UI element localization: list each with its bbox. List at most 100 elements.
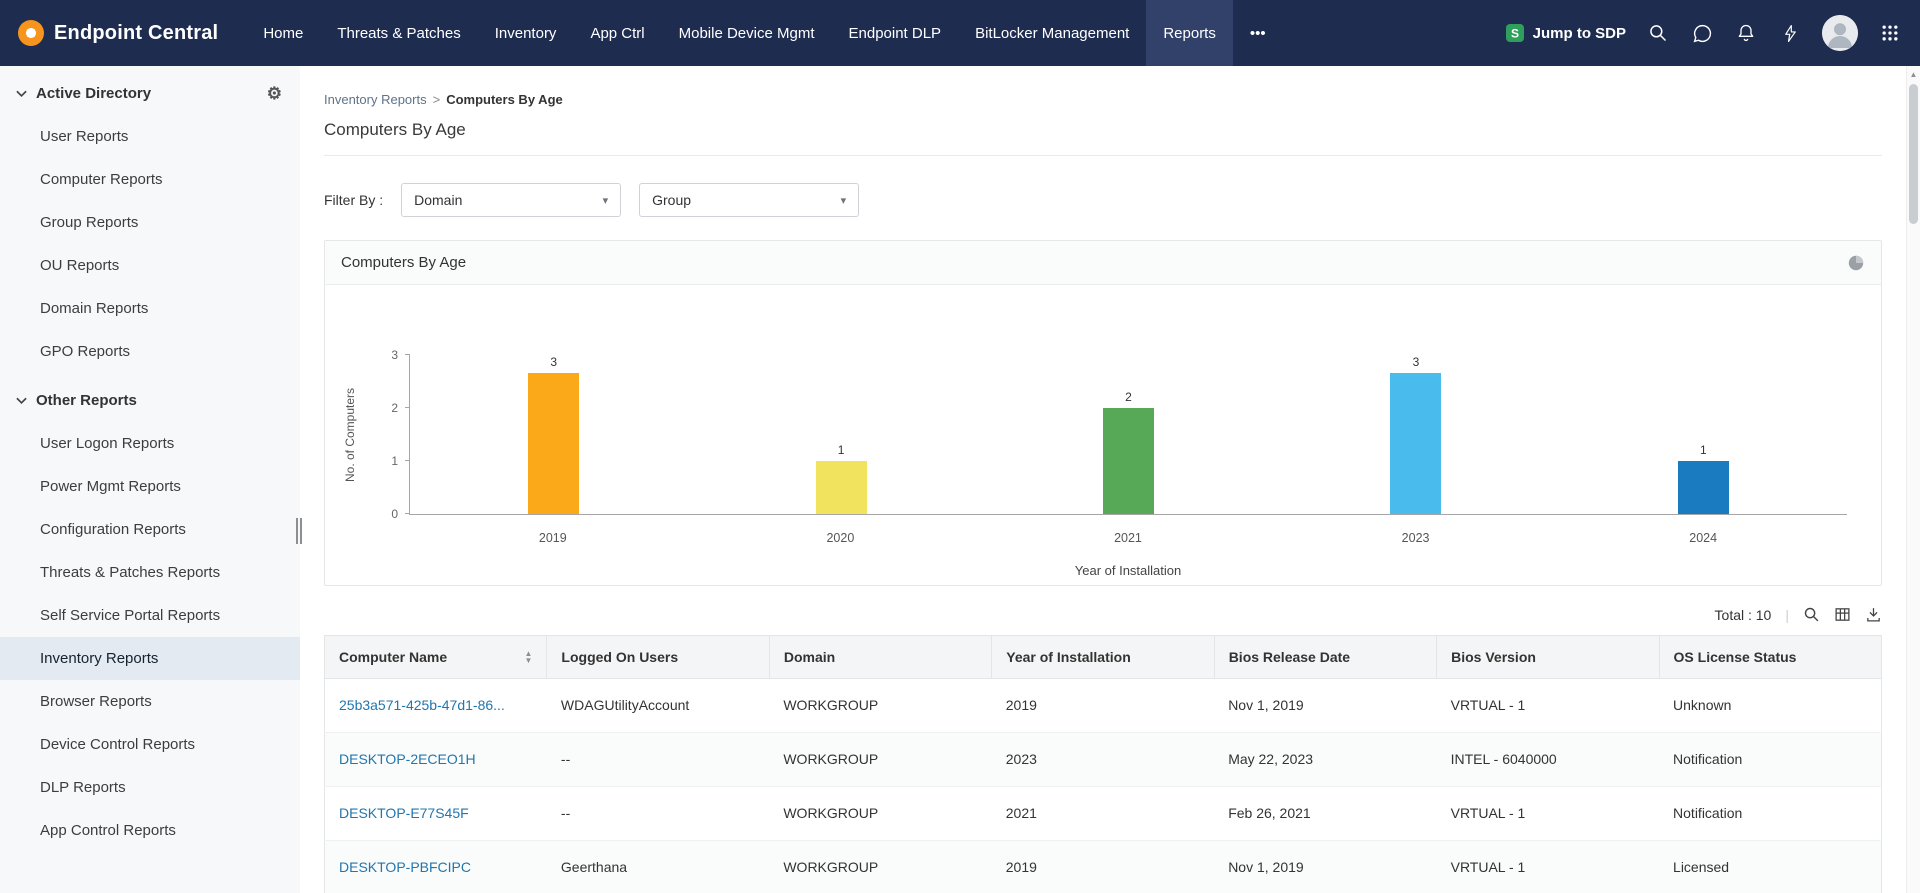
x-tick-label: 2023 (1272, 531, 1560, 545)
column-header-label: Logged On Users (561, 647, 678, 667)
scrollbar-thumb[interactable] (1909, 84, 1918, 224)
sidebar-item-self-service-portal-reports[interactable]: Self Service Portal Reports (0, 594, 300, 637)
chevron-down-icon (16, 397, 27, 405)
sidebar-item-threats-patches-reports[interactable]: Threats & Patches Reports (0, 551, 300, 594)
app-logo[interactable]: Endpoint Central (18, 20, 218, 46)
sidebar-resize-handle[interactable] (296, 518, 304, 544)
table-cell: 2021 (992, 787, 1214, 841)
nav-item-reports[interactable]: Reports (1146, 0, 1233, 66)
nav-item-inventory[interactable]: Inventory (478, 0, 574, 66)
export-icon[interactable] (1865, 606, 1882, 623)
column-header-computer-name[interactable]: Computer Name▲▼ (325, 636, 547, 679)
search-icon[interactable] (1646, 21, 1670, 45)
computer-name-link[interactable]: 25b3a571-425b-47d1-86... (339, 695, 533, 716)
table-cell: 2019 (992, 841, 1214, 893)
table-cell: VRTUAL - 1 (1437, 679, 1659, 733)
vertical-scrollbar[interactable]: ▲ (1906, 66, 1920, 893)
sort-arrows-icon[interactable]: ▲▼ (525, 650, 533, 664)
domain-filter-dropdown[interactable]: Domain ▾ (401, 183, 621, 217)
column-header-logged-on-users[interactable]: Logged On Users (547, 636, 769, 679)
chart-type-pie-icon[interactable] (1847, 254, 1865, 272)
sidebar-item-dlp-reports[interactable]: DLP Reports (0, 766, 300, 809)
domain-filter-value: Domain (414, 192, 462, 208)
computer-name-link[interactable]: DESKTOP-E77S45F (339, 803, 533, 824)
x-tick-label: 2020 (697, 531, 985, 545)
bell-icon[interactable] (1734, 21, 1758, 45)
nav-item-threats-patches[interactable]: Threats & Patches (320, 0, 477, 66)
bar-slot: 3 (410, 355, 697, 514)
jump-to-sdp-button[interactable]: S Jump to SDP (1505, 23, 1626, 43)
table-header-row: Computer Name▲▼ Logged On Users Domain Year… (325, 636, 1882, 679)
sidebar-section-other-reports[interactable]: Other Reports (0, 373, 300, 422)
y-tick-label: 0 (376, 508, 398, 520)
breadcrumb-parent-link[interactable]: Inventory Reports (324, 92, 427, 107)
x-tick-label: 2019 (409, 531, 697, 545)
bar-slot: 1 (1560, 355, 1847, 514)
sidebar-item-ou-reports[interactable]: OU Reports (0, 244, 300, 287)
breadcrumb: Inventory Reports > Computers By Age (324, 92, 1882, 107)
nav-item-app-ctrl[interactable]: App Ctrl (573, 0, 661, 66)
nav-item-bitlocker-management[interactable]: BitLocker Management (958, 0, 1146, 66)
chart-panel-body: No. of Computers 012331231 2019202020212… (325, 285, 1881, 585)
nav-item-endpoint-dlp[interactable]: Endpoint DLP (832, 0, 959, 66)
svg-text:S: S (1511, 27, 1519, 41)
community-icon[interactable] (1690, 21, 1714, 45)
chart-panel-header: Computers By Age (325, 241, 1881, 285)
sidebar-item-group-reports[interactable]: Group Reports (0, 201, 300, 244)
sdp-icon: S (1505, 23, 1525, 43)
table-cell: -- (547, 787, 769, 841)
sidebar-item-inventory-reports[interactable]: Inventory Reports (0, 637, 300, 680)
sidebar-item-device-control-reports[interactable]: Device Control Reports (0, 723, 300, 766)
column-header-label: Domain (784, 647, 835, 667)
sidebar-item-user-reports[interactable]: User Reports (0, 115, 300, 158)
table-cell: Unknown (1659, 679, 1881, 733)
bar-2024[interactable] (1678, 461, 1729, 514)
chart-panel: Computers By Age No. of Computers 012331… (324, 240, 1882, 586)
sidebar-item-browser-reports[interactable]: Browser Reports (0, 680, 300, 723)
column-header-label: Bios Release Date (1229, 647, 1350, 667)
apps-grid-icon[interactable] (1878, 21, 1902, 45)
table-search-icon[interactable] (1803, 606, 1820, 623)
endpoint-central-logo-icon (18, 20, 44, 46)
table-cell: DESKTOP-2ECEO1H (325, 733, 547, 787)
table-toolbar: Total : 10 | (324, 606, 1882, 623)
table-cell: DESKTOP-PBFCIPC (325, 841, 547, 893)
nav-item-more[interactable]: ••• (1233, 0, 1283, 66)
quick-actions-icon[interactable] (1778, 21, 1802, 45)
computer-name-link[interactable]: DESKTOP-PBFCIPC (339, 857, 533, 878)
scroll-up-arrow-icon[interactable]: ▲ (1907, 70, 1920, 79)
column-header-bios-version[interactable]: Bios Version (1437, 636, 1659, 679)
column-header-os-license-status[interactable]: OS License Status (1659, 636, 1881, 679)
group-filter-dropdown[interactable]: Group ▾ (639, 183, 859, 217)
nav-item-mobile-device-mgmt[interactable]: Mobile Device Mgmt (662, 0, 832, 66)
table-cell: 2023 (992, 733, 1214, 787)
main-nav: HomeThreats & PatchesInventoryApp CtrlMo… (246, 0, 1282, 66)
bar-2023[interactable] (1390, 373, 1441, 514)
user-avatar[interactable] (1822, 15, 1858, 51)
total-count: Total : 10 (1715, 607, 1772, 623)
nav-item-home[interactable]: Home (246, 0, 320, 66)
group-filter-value: Group (652, 192, 691, 208)
column-chooser-icon[interactable] (1834, 606, 1851, 623)
column-header-bios-release-date[interactable]: Bios Release Date (1214, 636, 1436, 679)
column-header-domain[interactable]: Domain (769, 636, 991, 679)
sidebar-section-active-directory[interactable]: Active Directory⚙ (0, 66, 300, 115)
table-cell: WORKGROUP (769, 787, 991, 841)
table-cell: WORKGROUP (769, 733, 991, 787)
sidebar-item-power-mgmt-reports[interactable]: Power Mgmt Reports (0, 465, 300, 508)
bar-2019[interactable] (528, 373, 579, 514)
sidebar-item-app-control-reports[interactable]: App Control Reports (0, 809, 300, 852)
sidebar-item-domain-reports[interactable]: Domain Reports (0, 287, 300, 330)
sidebar-item-gpo-reports[interactable]: GPO Reports (0, 330, 300, 373)
sidebar-item-user-logon-reports[interactable]: User Logon Reports (0, 422, 300, 465)
table-row: 25b3a571-425b-47d1-86...WDAGUtilityAccou… (325, 679, 1882, 733)
sidebar-section-title: Other Reports (36, 392, 137, 409)
settings-gear-icon[interactable]: ⚙ (267, 85, 282, 102)
computer-name-link[interactable]: DESKTOP-2ECEO1H (339, 749, 533, 770)
bar-2020[interactable] (816, 461, 867, 514)
sidebar-item-configuration-reports[interactable]: Configuration Reports (0, 508, 300, 551)
column-header-year-of-installation[interactable]: Year of Installation (992, 636, 1214, 679)
bar-2021[interactable] (1103, 408, 1154, 514)
sidebar-item-computer-reports[interactable]: Computer Reports (0, 158, 300, 201)
bars-container: 31231 (410, 355, 1847, 514)
